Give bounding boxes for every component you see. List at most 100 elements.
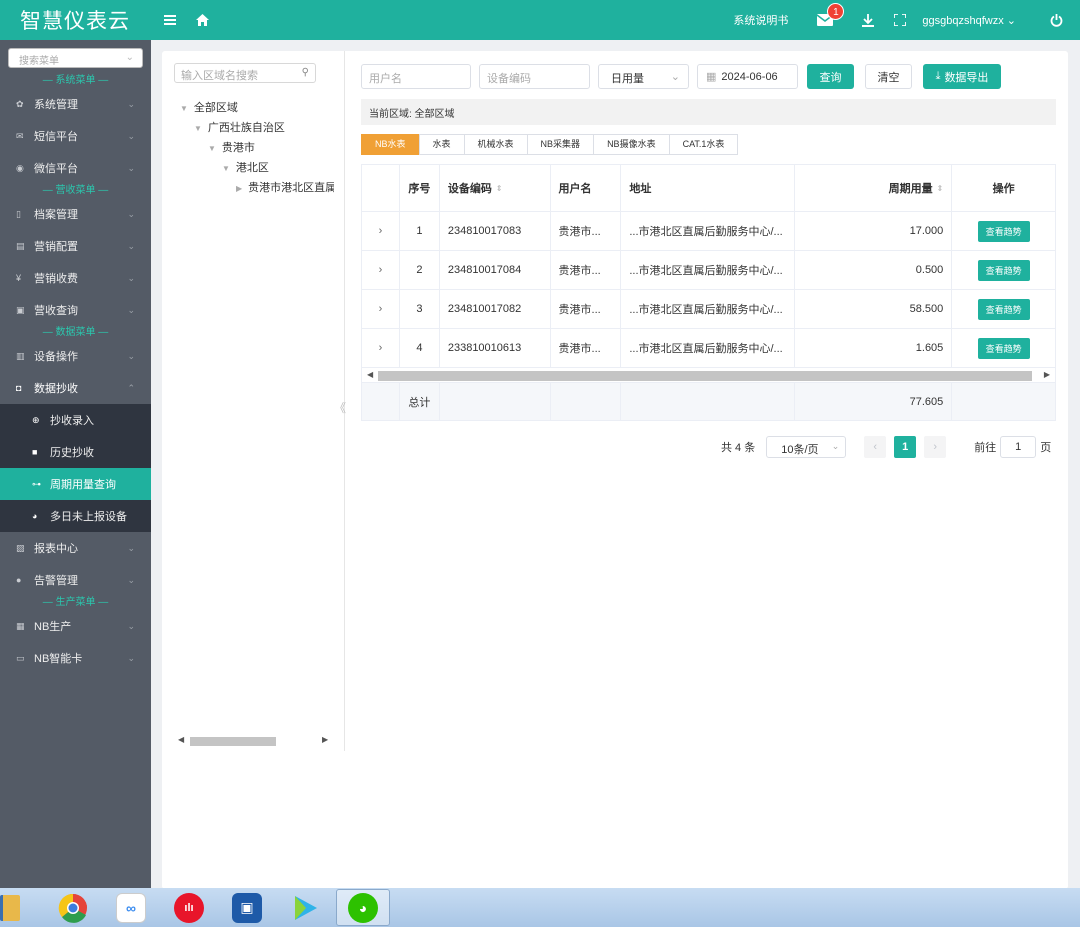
sidebar-item-period-usage[interactable]: ⊶ 周期用量查询 (0, 468, 151, 500)
device-input[interactable]: 设备编码 (479, 64, 590, 89)
cell-index: 4 (400, 329, 440, 367)
table-row: › 1 234810017083 贵港市... ...市港北区直属后勤服务中心/… (362, 212, 1055, 251)
os-taskbar: ∞ ılı ▣ ◕ (0, 888, 1080, 927)
sidebar-item-meter-reading[interactable]: ◘ 数据抄收 ⌃ (0, 372, 151, 404)
tab-nb-water[interactable]: NB水表 (361, 134, 420, 155)
header-address: 地址 (621, 165, 795, 211)
menu-icon[interactable] (158, 8, 182, 32)
total-spacer (362, 383, 400, 420)
cell-address: ...市港北区直属后勤服务中心/... (621, 329, 795, 367)
tree-node-label: 港北区 (235, 162, 269, 174)
prev-page-button[interactable]: ‹ (864, 436, 887, 458)
table-row: › 3 234810017082 贵港市... ...市港北区直属后勤服务中心/… (362, 290, 1055, 329)
sidebar-item-nb-card[interactable]: ▭ NB智能卡 ⌄ (0, 642, 151, 674)
wechat-icon: ◉ (16, 162, 24, 173)
date-value: 2024-06-06 (721, 71, 778, 83)
sidebar-item-sms[interactable]: ✉ 短信平台 ⌄ (0, 120, 151, 152)
manual-link[interactable]: 系统说明书 (733, 12, 788, 28)
mail-button[interactable]: 1 (814, 3, 845, 32)
user-menu[interactable]: ggsgbqzshqfwzx ⌄ (922, 14, 1016, 27)
wechat-icon[interactable]: ◕ (336, 889, 390, 926)
sidebar-item-archive[interactable]: ▯ 档案管理 ⌄ (0, 198, 151, 230)
expand-row-icon[interactable]: › (362, 251, 400, 289)
tab-mechanical[interactable]: 机械水表 (463, 134, 528, 155)
download-icon[interactable] (856, 8, 880, 32)
view-trend-button[interactable]: 查看趋势 (977, 337, 1030, 359)
sidebar-item-nb-prod[interactable]: ▦ NB生产 ⌄ (0, 610, 151, 642)
expand-row-icon[interactable]: › (362, 212, 400, 250)
sort-icon[interactable]: ⇕ (937, 184, 944, 193)
region-search-input[interactable]: 输入区域名搜索 ⚲ (174, 63, 316, 83)
scroll-left-icon[interactable]: ◀ (367, 370, 373, 379)
home-icon[interactable] (190, 8, 214, 32)
tree-node-gangbei[interactable]: ▼ 港北区 (222, 159, 269, 175)
sidebar-item-no-report[interactable]: ◕ 多日未上报设备 (0, 500, 151, 532)
sort-icon[interactable]: ⇕ (496, 184, 503, 193)
menu-search-input[interactable]: 搜索菜单 ⌄ (8, 48, 143, 68)
tree-node-all[interactable]: ▼ 全部区域 (180, 99, 238, 115)
sidebar-item-reading-entry[interactable]: ⊕ 抄收录入 (0, 404, 151, 436)
chevron-down-icon: ⌄ (125, 52, 134, 63)
app-red-icon[interactable]: ılı (162, 889, 216, 926)
view-trend-button[interactable]: 查看趋势 (977, 220, 1030, 242)
tab-nb-camera[interactable]: NB摄像水表 (593, 134, 670, 155)
collapse-tree-icon[interactable]: 《 (334, 399, 346, 416)
sidebar-item-system[interactable]: ✿ 系统管理 ⌄ (0, 88, 151, 120)
expand-row-icon[interactable]: › (362, 329, 400, 367)
sidebar-item-wechat[interactable]: ◉ 微信平台 ⌄ (0, 152, 151, 184)
usage-type-select[interactable]: 日用量 ⌄ (598, 64, 689, 89)
baidu-netdisk-icon[interactable]: ∞ (104, 889, 158, 926)
history-icon: ■ (32, 447, 38, 457)
scroll-right-icon[interactable]: ▶ (322, 735, 328, 744)
table-scrollbar[interactable]: ◀ ▶ (362, 368, 1055, 383)
query-button[interactable]: 查询 (807, 64, 854, 89)
clear-button[interactable]: 清空 (865, 64, 912, 89)
expand-row-icon[interactable]: › (362, 290, 400, 328)
scroll-left-icon[interactable]: ◀ (178, 735, 184, 744)
tab-nb-collector[interactable]: NB采集器 (526, 134, 595, 155)
table-row: › 2 234810017084 贵港市... ...市港北区直属后勤服务中心/… (362, 251, 1055, 290)
view-trend-button[interactable]: 查看趋势 (977, 298, 1030, 320)
video-player-icon[interactable] (278, 889, 332, 926)
section-revenue: — 营收菜单 — (42, 185, 109, 196)
sidebar-item-history-reading[interactable]: ■ 历史抄收 (0, 436, 151, 468)
date-picker[interactable]: ▦ 2024-06-06 (697, 64, 798, 89)
next-page-button[interactable]: › (924, 436, 947, 458)
sidebar-item-sales-config[interactable]: ▤ 营销配置 ⌄ (0, 230, 151, 262)
chevron-up-icon: ⌃ (127, 382, 135, 393)
menu-label: 营销收费 (34, 273, 78, 285)
header-usage[interactable]: 周期用量 ⇕ (795, 165, 953, 211)
tree-node-guigang[interactable]: ▼ 贵港市 (208, 139, 255, 155)
tree-node-guangxi[interactable]: ▼ 广西壮族自治区 (194, 119, 285, 135)
fullscreen-icon[interactable] (888, 8, 912, 32)
sidebar-item-revenue-query[interactable]: ▣ 营收查询 ⌄ (0, 294, 151, 326)
goto-page-input[interactable]: 1 (1000, 436, 1037, 458)
total-empty (952, 383, 1055, 420)
page-number-current[interactable]: 1 (894, 436, 917, 458)
user-input[interactable]: 用户名 (361, 64, 471, 89)
sidebar-item-device-op[interactable]: ▥ 设备操作 ⌄ (0, 340, 151, 372)
total-label: 总计 (400, 383, 440, 420)
scroll-right-icon[interactable]: ▶ (1044, 370, 1050, 379)
tree-node-direct[interactable]: ▶ 贵港市港北区直属 (236, 179, 334, 195)
power-icon[interactable] (1044, 8, 1068, 32)
tab-cat1[interactable]: CAT.1水表 (668, 134, 739, 155)
sidebar-item-alarm[interactable]: ● 告警管理 ⌄ (0, 564, 151, 596)
scroll-thumb[interactable] (190, 737, 276, 746)
chrome-icon[interactable] (46, 889, 100, 926)
view-trend-button[interactable]: 查看趋势 (977, 259, 1030, 281)
page-size-value: 10条/页 (781, 444, 819, 456)
page-size-select[interactable]: 10条/页 ⌄ (766, 436, 847, 458)
chevron-down-icon: ⌄ (127, 350, 135, 361)
tab-water[interactable]: 水表 (418, 134, 465, 155)
scroll-thumb[interactable] (378, 371, 1032, 381)
sidebar-item-sales-fee[interactable]: ¥ 营销收费 ⌄ (0, 262, 151, 294)
file-explorer-icon[interactable] (0, 889, 24, 926)
menu-search-placeholder: 搜索菜单 (19, 56, 59, 67)
tree-node-label: 贵港市港北区直属 (248, 182, 334, 194)
export-button[interactable]: ⤓ 数据导出 (923, 64, 1001, 89)
header-device[interactable]: 设备编码 ⇕ (440, 165, 551, 211)
sidebar-item-report[interactable]: ▨ 报表中心 ⌄ (0, 532, 151, 564)
tree-scrollbar[interactable]: ◀ ▶ (174, 734, 332, 748)
app-blue-icon[interactable]: ▣ (220, 889, 274, 926)
